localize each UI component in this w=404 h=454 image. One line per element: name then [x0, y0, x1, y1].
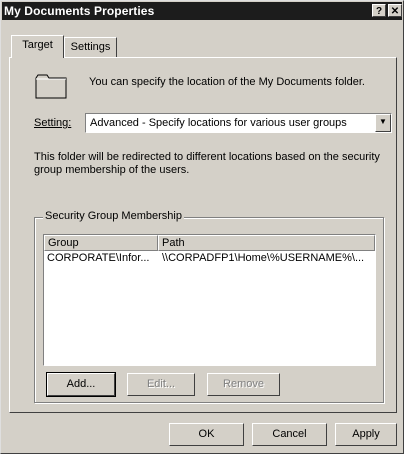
setting-label: Setting:	[34, 117, 71, 129]
edit-button[interactable]: Edit...	[127, 373, 195, 396]
setting-dropdown-value: Advanced - Specify locations for various…	[90, 117, 347, 129]
remove-button-label: Remove	[223, 378, 264, 390]
row-path-cell: \\CORPADFP1\Home\%USERNAME%\...	[162, 252, 365, 264]
chevron-down-icon[interactable]: ▼	[375, 114, 391, 132]
properties-dialog: My Documents Properties ? ✕ Target Setti…	[0, 0, 404, 454]
column-header-path[interactable]: Path	[158, 235, 375, 251]
help-button[interactable]: ?	[372, 4, 386, 17]
tab-target-label: Target	[22, 39, 53, 51]
folder-icon	[35, 74, 67, 99]
remove-button[interactable]: Remove	[207, 373, 280, 396]
tab-target[interactable]: Target	[11, 35, 64, 58]
edit-button-label: Edit...	[146, 378, 176, 390]
cancel-button-label: Cancel	[272, 428, 307, 440]
security-group-legend: Security Group Membership	[43, 210, 184, 222]
setting-dropdown[interactable]: Advanced - Specify locations for various…	[85, 113, 392, 133]
ok-button-label: OK	[198, 428, 215, 440]
cancel-button[interactable]: Cancel	[252, 423, 327, 446]
description-line-1: This folder will be redirected to differ…	[34, 151, 380, 163]
column-header-path-label: Path	[162, 237, 185, 249]
window-title: My Documents Properties	[4, 4, 155, 18]
setting-label-text: Setting:	[34, 117, 72, 129]
ok-button[interactable]: OK	[169, 423, 244, 446]
intro-text: You can specify the location of the My D…	[89, 76, 365, 88]
close-button[interactable]: ✕	[388, 4, 402, 17]
apply-button-label: Apply	[352, 428, 380, 440]
description-line-2: group membership of the users.	[34, 164, 190, 176]
column-header-group-label: Group	[48, 237, 79, 249]
tab-settings[interactable]: Settings	[64, 37, 117, 57]
row-group-cell: CORPORATE\Infor...	[47, 252, 150, 264]
add-button-label: Add...	[66, 378, 96, 390]
column-header-group[interactable]: Group	[44, 235, 158, 251]
title-bar[interactable]: My Documents Properties ? ✕	[2, 2, 402, 20]
tab-settings-label: Settings	[70, 41, 111, 53]
group-path-list[interactable]: Group Path CORPORATE\Infor... \\CORPADFP…	[43, 234, 376, 366]
apply-button[interactable]: Apply	[335, 423, 397, 446]
add-button[interactable]: Add...	[46, 372, 116, 397]
